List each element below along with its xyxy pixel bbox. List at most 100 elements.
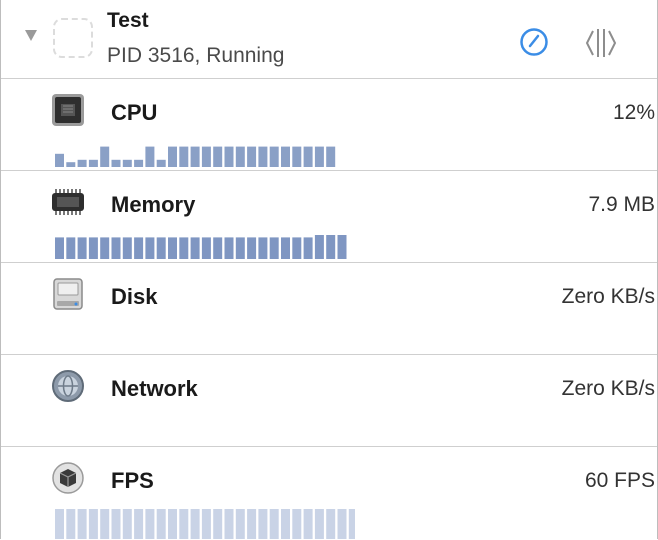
process-header[interactable]: Test PID 3516, Running [1,0,657,78]
history-bar [156,159,166,167]
history-bar [77,237,87,259]
history-bar [55,237,64,259]
gauge-label: Memory [111,192,196,217]
history-bar [122,509,132,539]
history-bar [100,509,110,539]
hard-disk-icon [51,277,85,311]
history-bar [314,146,324,167]
history-bar [66,509,76,539]
history-bar [134,509,144,539]
history-bar [303,509,313,539]
history-bar [269,146,279,167]
history-bar [77,159,87,167]
history-bar [292,146,302,167]
gauge-value: Zero KB/s [561,377,655,400]
history-bar [326,235,336,259]
process-status: PID 3516, Running [107,44,285,67]
history-bar [179,146,189,167]
history-bar [348,509,355,539]
history-bar [134,237,144,259]
history-bar [281,509,290,539]
history-bar [134,159,144,167]
network-globe-icon [51,369,85,403]
history-bar [235,509,245,539]
history-bar [66,162,76,167]
history-bar [156,237,166,259]
history-bar [258,509,268,539]
history-bar [66,237,76,259]
debug-navigator-panel: Test PID 3516, Running CPU 12% Memory 7.… [0,0,658,539]
history-bar [213,509,223,539]
history-bar [247,237,257,259]
history-bar [235,237,245,259]
gauge-row-memory[interactable]: Memory 7.9 MB [1,170,657,263]
history-bar [201,146,211,167]
process-name: Test [107,9,149,32]
gauge-label: Disk [111,284,158,309]
history-bar [224,237,234,259]
memory-history-graph [55,235,355,259]
history-bar [258,146,268,167]
gauge-value: 12% [612,101,655,124]
history-bar [179,509,189,539]
history-bar [168,509,177,539]
history-bar [190,509,200,539]
history-bar [292,237,302,259]
history-bar [281,146,290,167]
view-memory-graph-icon[interactable] [581,23,621,63]
app-icon [53,18,93,58]
debug-gauge-icon[interactable] [519,27,549,57]
history-bar [168,237,177,259]
history-bar [292,509,302,539]
history-bar [269,237,279,259]
gauge-row-fps[interactable]: FPS 60 FPS [1,446,657,540]
history-bar [337,235,347,259]
history-bar [314,509,324,539]
fps-history-graph [55,509,355,539]
history-bar [100,237,110,259]
history-bar [213,146,223,167]
history-bar [179,237,189,259]
gauge-value: 7.9 MB [588,193,655,216]
history-bar [314,235,324,259]
gauge-row-cpu[interactable]: CPU 12% [1,78,657,171]
history-bar [326,509,336,539]
history-bar [88,509,98,539]
gpu-cube-icon [51,461,85,495]
gauge-label: Network [111,376,198,401]
history-bar [145,146,155,167]
history-bar [55,509,64,539]
history-bar [122,159,132,167]
gauge-value: Zero KB/s [561,285,655,308]
gauge-label: CPU [111,100,158,125]
history-bar [337,509,347,539]
history-bar [111,509,121,539]
history-bar [247,509,257,539]
history-bar [100,146,110,167]
history-bar [258,237,268,259]
history-bar [201,509,211,539]
gauge-row-network[interactable]: Network Zero KB/s [1,354,657,447]
disclosure-triangle-icon[interactable] [25,30,37,41]
history-bar [88,237,98,259]
history-bar [190,146,200,167]
history-bar [190,237,200,259]
history-bar [77,509,87,539]
history-bar [224,146,234,167]
history-bar [224,509,234,539]
history-bar [303,146,313,167]
history-bar [168,146,177,167]
history-bar [235,146,245,167]
history-bar [55,153,64,167]
history-bar [281,237,290,259]
gauge-label: FPS [111,468,154,493]
history-bar [145,509,155,539]
history-bar [269,509,279,539]
cpu-chip-icon [51,93,85,127]
gauge-row-disk[interactable]: Disk Zero KB/s [1,262,657,355]
cpu-history-graph [55,143,355,167]
history-bar [111,159,121,167]
history-bar [247,146,257,167]
gauge-value: 60 FPS [584,469,655,492]
history-bar [111,237,121,259]
